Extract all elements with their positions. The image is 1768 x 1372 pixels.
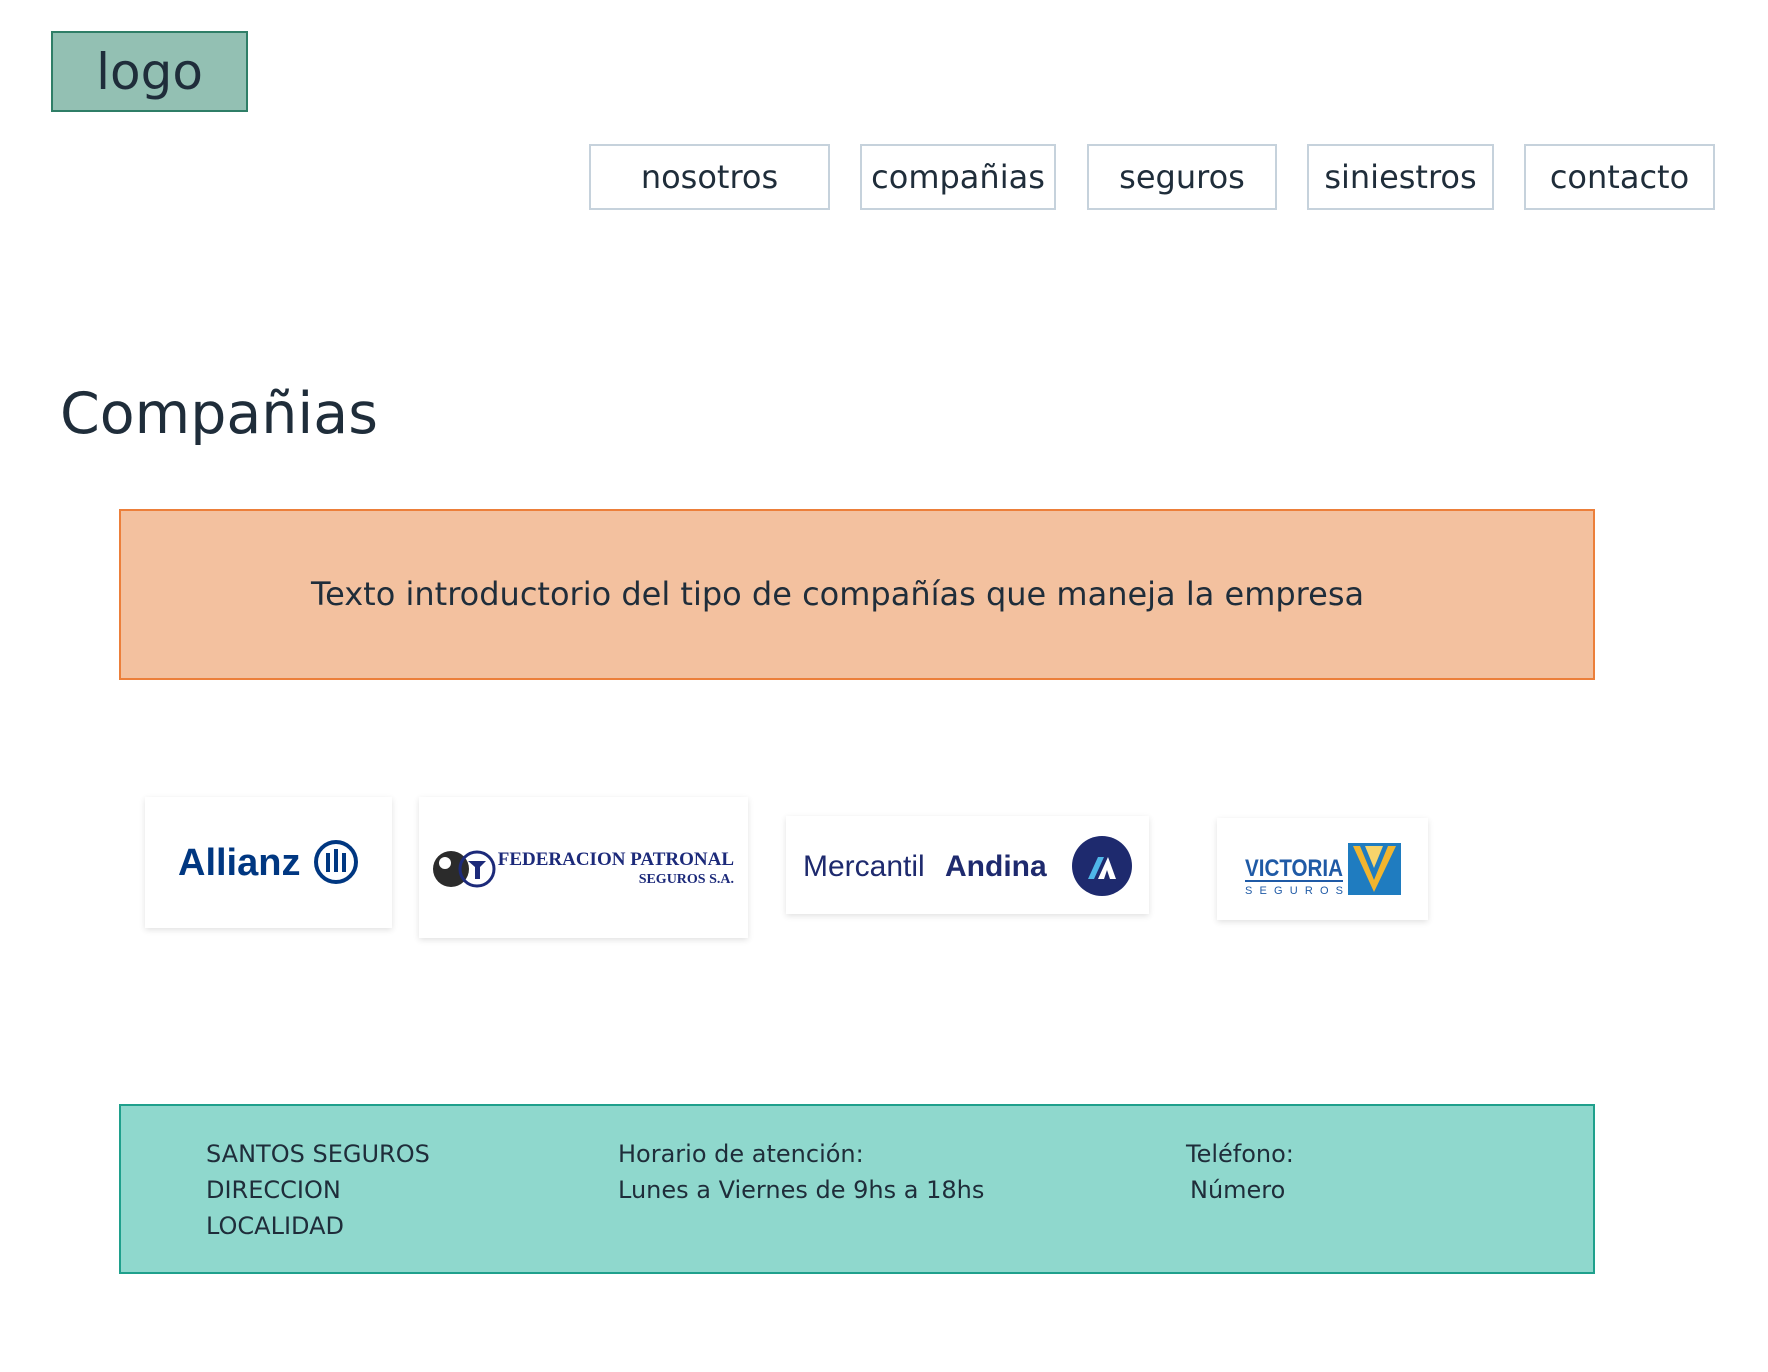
nav-nosotros[interactable]: nosotros (589, 144, 830, 210)
footer-company-name: SANTOS SEGUROS (206, 1140, 430, 1168)
federacion-logo-subtext: SEGUROS S.A. (639, 872, 734, 887)
nav-siniestros[interactable]: siniestros (1307, 144, 1494, 210)
intro-text: Texto introductorio del tipo de compañía… (311, 575, 1365, 613)
company-card-allianz[interactable]: Allianz (145, 797, 392, 928)
victoria-logo-text: VICTORIA (1245, 855, 1343, 882)
footer-hours-value: Lunes a Viernes de 9hs a 18hs (618, 1176, 985, 1204)
allianz-logo-text: Allianz (178, 842, 300, 884)
logo-label: logo (96, 42, 203, 101)
footer-phone-value: Número (1190, 1176, 1286, 1204)
footer-phone-label: Teléfono: (1186, 1140, 1294, 1168)
nav-label: compañias (871, 158, 1045, 196)
federacion-patronal-logo-icon: FEDERACION PATRONAL SEGUROS S.A. (433, 849, 734, 888)
nav-contacto[interactable]: contacto (1524, 144, 1715, 210)
site-logo[interactable]: logo (51, 31, 248, 112)
footer-locality: LOCALIDAD (206, 1212, 344, 1240)
company-card-victoria-seguros[interactable]: VICTORIA SEGUROS (1217, 818, 1428, 920)
nav-companias[interactable]: compañias (860, 144, 1056, 210)
company-card-mercantil-andina[interactable]: Mercantil Andina (786, 816, 1149, 914)
page-title: Compañias (60, 381, 378, 447)
footer-company-info: SANTOS SEGUROS DIRECCION LOCALIDAD (206, 1136, 430, 1244)
mercantil-logo-text-bold: Andina (945, 850, 1047, 883)
victoria-logo-subtext: SEGUROS (1245, 885, 1343, 897)
allianz-logo-icon: Allianz (178, 840, 358, 884)
federacion-logo-text: FEDERACION PATRONAL (498, 849, 734, 870)
victoria-seguros-logo-icon: VICTORIA SEGUROS (1245, 843, 1401, 897)
footer: SANTOS SEGUROS DIRECCION LOCALIDAD Horar… (119, 1104, 1595, 1274)
footer-phone: Teléfono: Número (1186, 1136, 1294, 1208)
nav-seguros[interactable]: seguros (1087, 144, 1277, 210)
mercantil-logo-text: Mercantil (803, 850, 925, 883)
intro-box: Texto introductorio del tipo de compañía… (119, 509, 1595, 680)
mercantil-andina-logo-icon: Mercantil Andina (803, 836, 1132, 896)
nav-label: siniestros (1324, 158, 1477, 196)
company-card-federacion-patronal[interactable]: FEDERACION PATRONAL SEGUROS S.A. (419, 797, 748, 938)
footer-hours-label: Horario de atención: (618, 1140, 864, 1168)
footer-hours: Horario de atención: Lunes a Viernes de … (618, 1136, 984, 1208)
nav-label: seguros (1119, 158, 1245, 196)
nav-label: nosotros (640, 158, 779, 196)
footer-address: DIRECCION (206, 1176, 341, 1204)
nav-label: contacto (1549, 158, 1690, 196)
